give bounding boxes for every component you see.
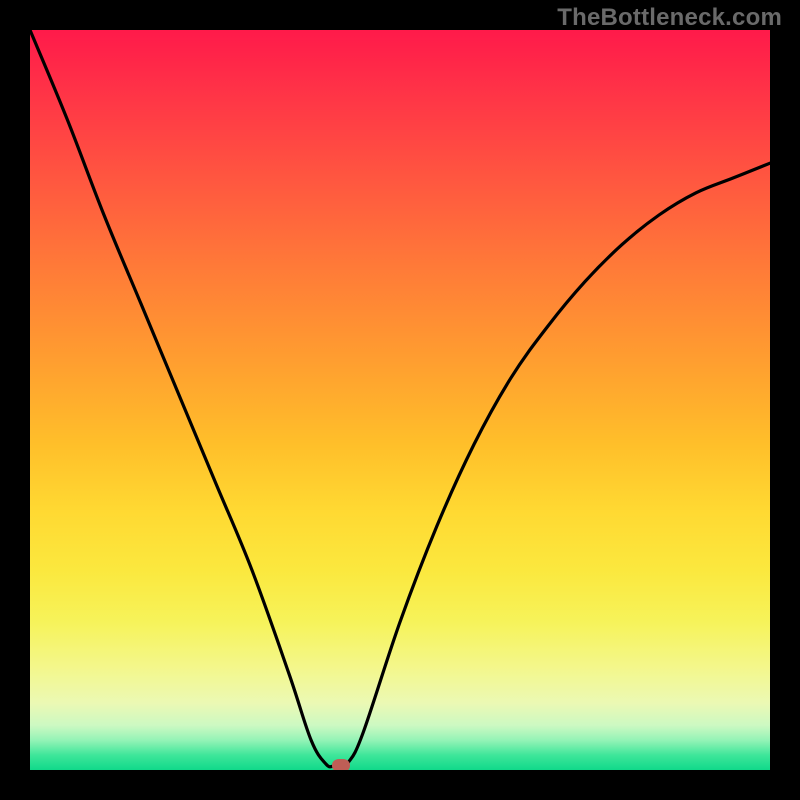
chart-frame: TheBottleneck.com <box>0 0 800 800</box>
bottleneck-curve <box>30 30 770 770</box>
optimal-point-marker <box>332 759 350 770</box>
watermark-text: TheBottleneck.com <box>557 4 782 32</box>
plot-area <box>30 30 770 770</box>
